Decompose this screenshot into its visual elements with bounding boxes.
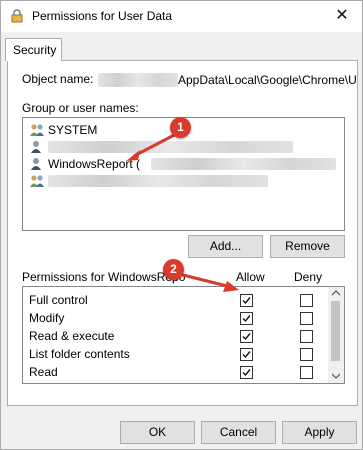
deny-checkbox[interactable] — [300, 348, 313, 361]
scrollbar-thumb[interactable] — [331, 301, 340, 361]
annotation-arrow-2 — [178, 272, 239, 292]
apply-button[interactable]: Apply — [282, 421, 357, 444]
deny-column-header: Deny — [294, 270, 323, 284]
chevron-up-icon[interactable] — [332, 290, 340, 296]
annotation-badge-2: 2 — [163, 259, 184, 280]
user-icon — [31, 141, 41, 153]
permission-label: Read — [29, 365, 58, 379]
permission-row-partial — [23, 381, 327, 383]
allow-checkbox[interactable] — [240, 330, 253, 343]
tab-security[interactable]: Security — [5, 38, 62, 61]
permission-label: List folder contents — [29, 347, 130, 361]
add-button[interactable]: Add... — [188, 235, 263, 258]
group-user-names-label: Group or user names: — [22, 101, 139, 115]
redacted-name-blur — [48, 175, 268, 187]
object-path-text: AppData\Local\Google\Chrome\U — [178, 73, 357, 87]
deny-checkbox[interactable] — [300, 330, 313, 343]
ok-button[interactable]: OK — [120, 421, 195, 444]
lock-icon — [11, 9, 23, 23]
security-panel: Object name: AppData\Local\Google\Chrome… — [7, 60, 358, 406]
permission-label: Read & execute — [29, 329, 115, 343]
permissions-table: Full control Modify Read & execute List … — [22, 286, 345, 384]
permission-row: Read & execute — [23, 327, 327, 345]
permission-row: List folder contents — [23, 345, 327, 363]
deny-checkbox[interactable] — [300, 366, 313, 379]
user-icon — [31, 158, 41, 170]
cancel-button[interactable]: Cancel — [201, 421, 276, 444]
annotation-badge-1: 1 — [170, 117, 191, 138]
object-name-label: Object name: — [22, 72, 94, 86]
list-item-label: SYSTEM — [48, 123, 98, 137]
permissions-for-label: Permissions for WindowsRepo — [22, 270, 186, 284]
deny-checkbox[interactable] — [300, 294, 313, 307]
permission-label: Full control — [29, 293, 88, 307]
allow-checkbox[interactable] — [240, 312, 253, 325]
close-button[interactable]: ✕ — [330, 5, 354, 27]
permission-row: Modify — [23, 309, 327, 327]
tab-security-label: Security — [13, 43, 57, 57]
permissions-dialog: Permissions for User Data ✕ Security Obj… — [0, 0, 363, 450]
object-name-value: AppData\Local\Google\Chrome\U — [98, 72, 357, 88]
redacted-path-blur — [98, 73, 178, 87]
permissions-scrollbar[interactable] — [328, 287, 344, 383]
permission-row: Read — [23, 363, 327, 381]
users-group-icon — [30, 175, 44, 187]
users-group-icon — [30, 124, 44, 136]
window-title: Permissions for User Data — [32, 9, 173, 23]
title-bar: Permissions for User Data ✕ — [1, 1, 362, 32]
remove-button[interactable]: Remove — [270, 235, 345, 258]
chevron-down-icon[interactable] — [332, 373, 340, 379]
allow-checkbox[interactable] — [240, 348, 253, 361]
permission-label: Modify — [29, 311, 65, 325]
deny-checkbox[interactable] — [300, 312, 313, 325]
allow-checkbox[interactable] — [240, 366, 253, 379]
